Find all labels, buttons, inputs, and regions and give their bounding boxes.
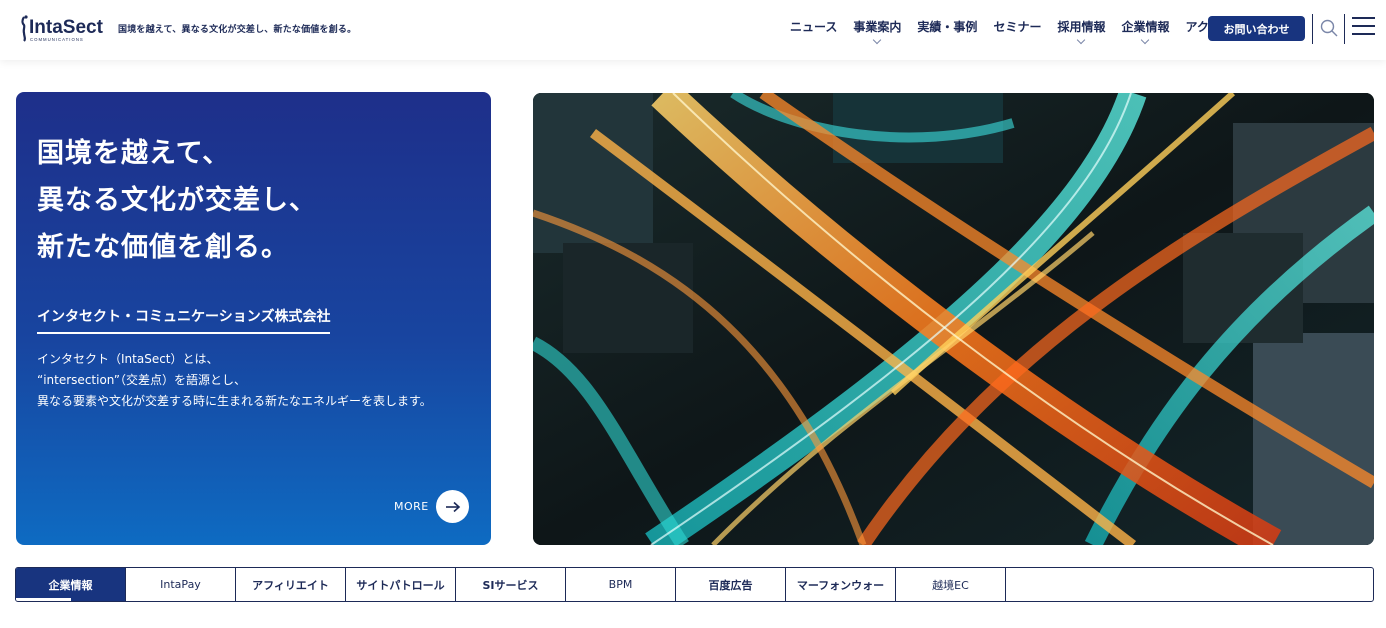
- more-link-label[interactable]: MORE: [394, 500, 429, 513]
- header-tagline: 国境を越えて、異なる文化が交差し、新たな価値を創る。: [118, 25, 357, 35]
- nav-results[interactable]: 実績・事例: [909, 18, 985, 46]
- hero-headline-line: 異なる文化が交差し、: [37, 185, 317, 216]
- nav-seminar[interactable]: セミナー: [985, 18, 1049, 46]
- tab-si-service[interactable]: SIサービス: [456, 568, 566, 601]
- header-divider: [1312, 14, 1313, 44]
- main-nav: ニュース 事業案内 実績・事例 セミナー 採用情報 企業情報 アクセス: [782, 18, 1241, 46]
- more-button[interactable]: [436, 490, 469, 523]
- intasect-logo[interactable]: IntaSect COMMUNICATIONS: [20, 14, 108, 44]
- search-icon[interactable]: [1319, 18, 1339, 38]
- tab-intapay[interactable]: IntaPay: [126, 568, 236, 601]
- header-divider: [1344, 14, 1345, 44]
- nav-company[interactable]: 企業情報: [1113, 18, 1177, 46]
- hero-card: 国境を越えて、 異なる文化が交差し、 新たな価値を創る。 インタセクト・コミュニ…: [16, 92, 491, 545]
- chevron-down-icon: [1141, 35, 1150, 45]
- contact-button[interactable]: お問い合わせ: [1208, 16, 1305, 41]
- hero-headline: 国境を越えて、 異なる文化が交差し、 新たな価値を創る。: [37, 130, 317, 271]
- svg-text:COMMUNICATIONS: COMMUNICATIONS: [30, 37, 84, 42]
- tab-baidu-ads[interactable]: 百度広告: [676, 568, 786, 601]
- nav-news[interactable]: ニュース: [782, 18, 845, 46]
- hero-headline-line: 国境を越えて、: [37, 138, 231, 169]
- tab-bpm[interactable]: BPM: [566, 568, 676, 601]
- hero-description: インタセクト（IntaSect）とは、 “intersection”（交差点）を…: [37, 352, 432, 408]
- tab-marphone-war[interactable]: マーフォンウォー: [786, 568, 896, 601]
- chevron-down-icon: [873, 35, 882, 45]
- nav-business[interactable]: 事業案内: [845, 18, 909, 46]
- chevron-down-icon: [1077, 35, 1086, 45]
- tab-site-patrol[interactable]: サイトパトロール: [346, 568, 456, 601]
- nav-recruit[interactable]: 採用情報: [1049, 18, 1113, 46]
- svg-text:IntaSect: IntaSect: [29, 17, 104, 38]
- category-tabs: 企業情報 IntaPay アフィリエイト サイトパトロール SIサービス BPM…: [15, 567, 1374, 602]
- tab-cross-border-ec[interactable]: 越境EC: [896, 568, 1006, 601]
- site-header: IntaSect COMMUNICATIONS 国境を越えて、異なる文化が交差し…: [0, 0, 1386, 60]
- arrow-right-icon: [445, 501, 460, 512]
- hero-image: [533, 93, 1374, 545]
- hamburger-menu-icon[interactable]: [1352, 17, 1376, 39]
- tab-company-info[interactable]: 企業情報: [16, 568, 126, 601]
- tab-affiliate[interactable]: アフィリエイト: [236, 568, 346, 601]
- company-name: インタセクト・コミュニケーションズ株式会社: [37, 306, 331, 334]
- hero-headline-line: 新たな価値を創る。: [37, 232, 289, 263]
